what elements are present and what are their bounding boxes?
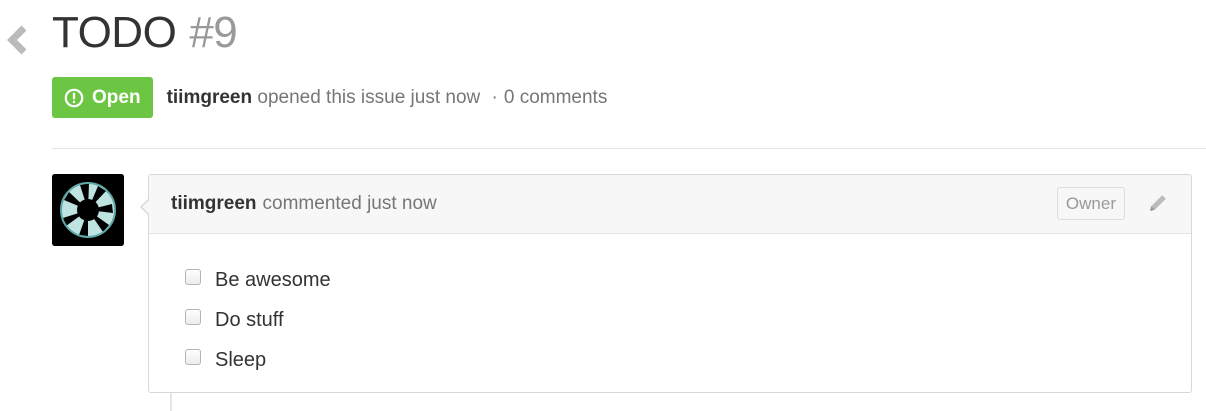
issue-number: #9: [189, 8, 238, 57]
pencil-icon[interactable]: [1147, 192, 1169, 214]
issue-meta-text: tiimgreen opened this issue just now · 0 …: [167, 87, 608, 109]
issue-meta-row: Open tiimgreen opened this issue just no…: [52, 77, 607, 118]
issue-state-badge: Open: [52, 77, 153, 118]
owner-badge: Owner: [1056, 187, 1125, 220]
comment-timestamp[interactable]: commented just now: [263, 193, 437, 215]
issue-opened-icon: [64, 88, 84, 107]
task-checkbox[interactable]: [185, 349, 201, 365]
task-checkbox[interactable]: [185, 269, 201, 285]
issue-author-link[interactable]: tiimgreen: [167, 87, 253, 108]
task-list-item: Be awesome: [185, 260, 331, 300]
task-label: Be awesome: [215, 268, 331, 291]
issue-state-label: Open: [92, 86, 141, 108]
issue-title-row: TODO #9: [52, 8, 238, 68]
comment-box: tiimgreen commented just now Owner Be aw…: [140, 174, 1192, 393]
aperture-logo-icon: [52, 174, 124, 246]
comment-header: tiimgreen commented just now Owner: [149, 175, 1191, 234]
task-list-item: Do stuff: [185, 300, 331, 340]
meta-separator: ·: [491, 86, 498, 108]
task-list: Be awesome Do stuff Sleep: [185, 260, 331, 380]
avatar[interactable]: [52, 174, 124, 246]
back-chevron-icon[interactable]: [6, 24, 30, 56]
timeline-line: [170, 393, 172, 411]
task-label: Do stuff: [215, 308, 284, 331]
task-label: Sleep: [215, 348, 267, 371]
issue-title: TODO: [52, 8, 177, 57]
issue-opened-text: opened this issue just now: [257, 86, 481, 108]
header-divider: [52, 148, 1206, 149]
task-checkbox[interactable]: [185, 309, 201, 325]
comments-count: 0 comments: [503, 86, 608, 108]
comment-author-link[interactable]: tiimgreen: [171, 193, 257, 215]
task-list-item: Sleep: [185, 340, 331, 380]
